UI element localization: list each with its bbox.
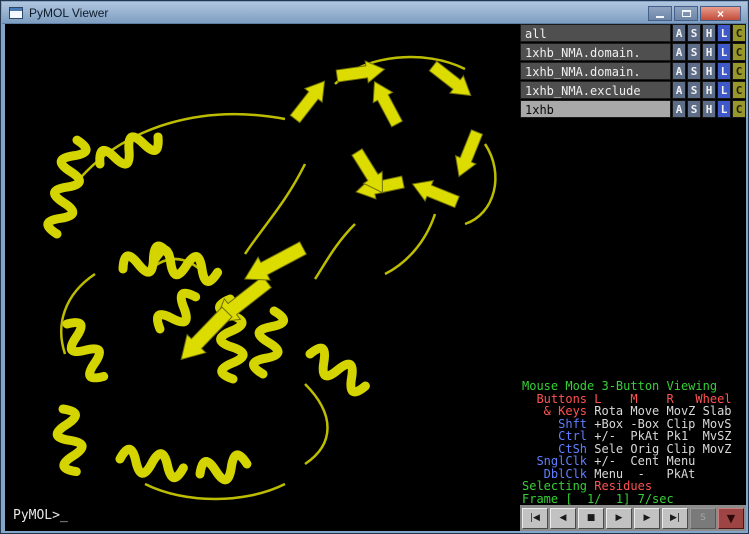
show-menu-button[interactable]: S <box>687 43 701 61</box>
action-menu-button[interactable]: A <box>672 62 686 80</box>
client-area: PyMOL>_ all A S H L C 1xhb_NMA.domain. A… <box>5 24 746 531</box>
minimize-button[interactable] <box>648 6 672 21</box>
color-menu-button[interactable]: C <box>732 100 746 118</box>
frame-line: Frame [ 1/ 1] 7/sec <box>522 493 746 506</box>
label-menu-button[interactable]: L <box>717 62 731 80</box>
hide-menu-button[interactable]: H <box>702 43 716 61</box>
window-controls: × <box>648 6 741 21</box>
action-menu-button[interactable]: A <box>672 100 686 118</box>
play-button[interactable]: ▶ <box>606 508 632 529</box>
object-name-button[interactable]: 1xhb_NMA.domain. <box>520 43 671 61</box>
color-menu-button[interactable]: C <box>732 43 746 61</box>
scene-toggle-button[interactable]: S <box>690 508 716 529</box>
maximize-button[interactable] <box>674 6 698 21</box>
label-menu-button[interactable]: L <box>717 24 731 42</box>
close-button[interactable]: × <box>700 6 741 21</box>
pymol-window: PyMOL Viewer × <box>0 0 749 534</box>
show-menu-button[interactable]: S <box>687 62 701 80</box>
object-row: 1xhb_NMA.domain. A S H L C <box>520 62 746 81</box>
minimize-icon <box>656 16 664 18</box>
object-row: 1xhb_NMA.domain. A S H L C <box>520 43 746 62</box>
step-back-button[interactable]: ◀ <box>550 508 576 529</box>
hide-menu-button[interactable]: H <box>702 81 716 99</box>
skip-start-button[interactable]: |◀ <box>522 508 548 529</box>
object-row: 1xhb_NMA.exclude A S H L C <box>520 81 746 100</box>
object-row: all A S H L C <box>520 24 746 43</box>
color-menu-button[interactable]: C <box>732 62 746 80</box>
viewport-canvas[interactable]: PyMOL>_ <box>5 24 520 531</box>
action-menu-button[interactable]: A <box>672 24 686 42</box>
object-name-button[interactable]: 1xhb_NMA.exclude <box>520 81 671 99</box>
object-name-button[interactable]: all <box>520 24 671 42</box>
window-title: PyMOL Viewer <box>29 6 108 20</box>
skip-end-button[interactable]: ▶| <box>662 508 688 529</box>
mouse-help-panel: Mouse Mode 3-Button Viewing Buttons L M … <box>520 380 746 505</box>
maximize-icon <box>682 10 691 17</box>
hide-menu-button[interactable]: H <box>702 62 716 80</box>
action-menu-button[interactable]: A <box>672 81 686 99</box>
window-titlebar[interactable]: PyMOL Viewer × <box>2 2 747 24</box>
step-forward-button[interactable]: ▶ <box>634 508 660 529</box>
label-menu-button[interactable]: L <box>717 43 731 61</box>
show-menu-button[interactable]: S <box>687 100 701 118</box>
object-row-selected: 1xhb A S H L C <box>520 100 746 119</box>
command-prompt[interactable]: PyMOL>_ <box>13 508 68 523</box>
color-menu-button[interactable]: C <box>732 81 746 99</box>
hide-menu-button[interactable]: H <box>702 24 716 42</box>
color-menu-button[interactable]: C <box>732 24 746 42</box>
show-menu-button[interactable]: S <box>687 24 701 42</box>
protein-ribbon-graphic <box>5 24 520 531</box>
label-menu-button[interactable]: L <box>717 81 731 99</box>
action-menu-button[interactable]: A <box>672 43 686 61</box>
show-menu-button[interactable]: S <box>687 81 701 99</box>
panel-collapse-button[interactable]: ▼ <box>718 508 744 529</box>
object-panel: all A S H L C 1xhb_NMA.domain. A S H L C… <box>520 24 746 119</box>
app-icon <box>9 7 23 19</box>
hide-menu-button[interactable]: H <box>702 100 716 118</box>
label-menu-button[interactable]: L <box>717 100 731 118</box>
stop-button[interactable]: ■ <box>578 508 604 529</box>
object-name-button[interactable]: 1xhb <box>520 100 671 118</box>
close-icon: × <box>717 8 724 20</box>
playback-bar: |◀ ◀ ■ ▶ ▶ ▶| S ▼ <box>520 505 746 531</box>
object-name-button[interactable]: 1xhb_NMA.domain. <box>520 62 671 80</box>
